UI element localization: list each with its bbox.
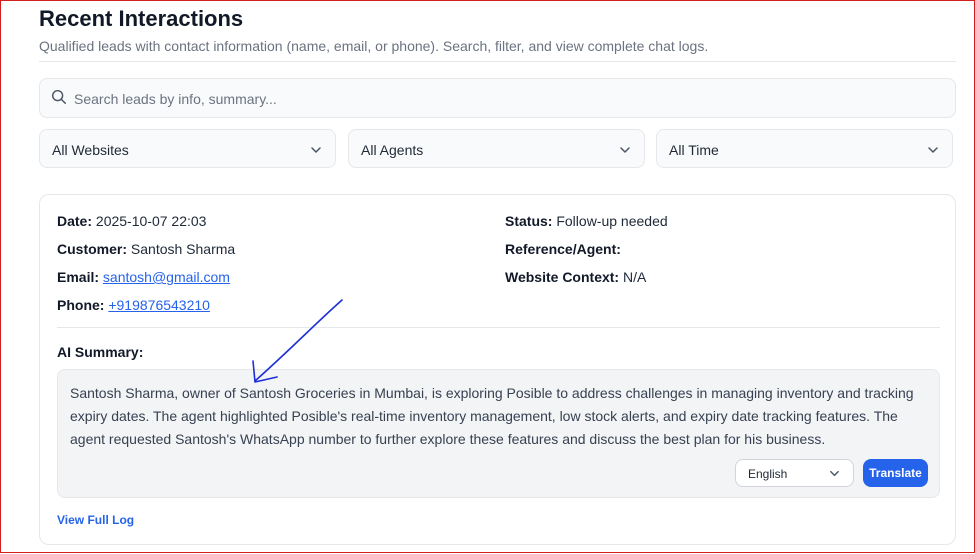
lead-email: Email: santosh@gmail.com [57,269,230,285]
lead-customer: Customer: Santosh Sharma [57,241,235,257]
website-filter-value: All Websites [52,142,129,158]
language-select[interactable]: English [735,459,854,487]
lead-reference: Reference/Agent: [505,241,621,257]
chevron-down-icon [830,470,839,477]
search-input[interactable] [72,79,936,119]
phone-link[interactable]: +919876543210 [108,297,210,313]
website-context-value: N/A [622,269,647,285]
customer-value: Santosh Sharma [130,241,236,257]
page-title: Recent Interactions [39,6,244,31]
status-label: Status: [505,213,553,229]
lead-phone: Phone: +919876543210 [57,297,210,313]
agent-filter-value: All Agents [361,142,424,158]
lead-website-context: Website Context: N/A [505,269,646,285]
chevron-down-icon [311,147,321,153]
email-link[interactable]: santosh@gmail.com [103,269,230,285]
status-value: Follow-up needed [556,213,668,229]
website-context-label: Website Context: [505,269,620,285]
time-filter-value: All Time [669,142,719,158]
date-value: 2025-10-07 22:03 [95,213,207,229]
page-subtitle: Qualified leads with contact information… [39,38,709,54]
reference-label: Reference/Agent: [505,241,621,257]
divider [39,61,956,62]
ai-summary-box: Santosh Sharma, owner of Santosh Groceri… [57,369,940,498]
website-filter-select[interactable]: All Websites [39,129,336,168]
divider [57,327,940,328]
chevron-down-icon [620,147,630,153]
phone-label: Phone: [57,297,105,313]
search-box[interactable] [39,78,956,119]
language-value: English [748,467,788,481]
time-filter-select[interactable]: All Time [656,129,953,168]
ai-summary-label: AI Summary: [57,344,144,360]
translate-button[interactable]: Translate [863,459,928,487]
search-icon [51,89,67,105]
lead-card: Date: 2025-10-07 22:03 Customer: Santosh… [39,194,956,545]
date-label: Date: [57,213,93,229]
view-full-log-link[interactable]: View Full Log [57,513,134,527]
lead-date: Date: 2025-10-07 22:03 [57,213,206,229]
lead-status: Status: Follow-up needed [505,213,668,229]
recent-interactions-panel: Recent Interactions Qualified leads with… [39,1,956,554]
chevron-down-icon [928,147,938,153]
ai-summary-text: Santosh Sharma, owner of Santosh Groceri… [70,385,914,447]
customer-label: Customer: [57,241,128,257]
email-label: Email: [57,269,100,285]
agent-filter-select[interactable]: All Agents [348,129,645,168]
